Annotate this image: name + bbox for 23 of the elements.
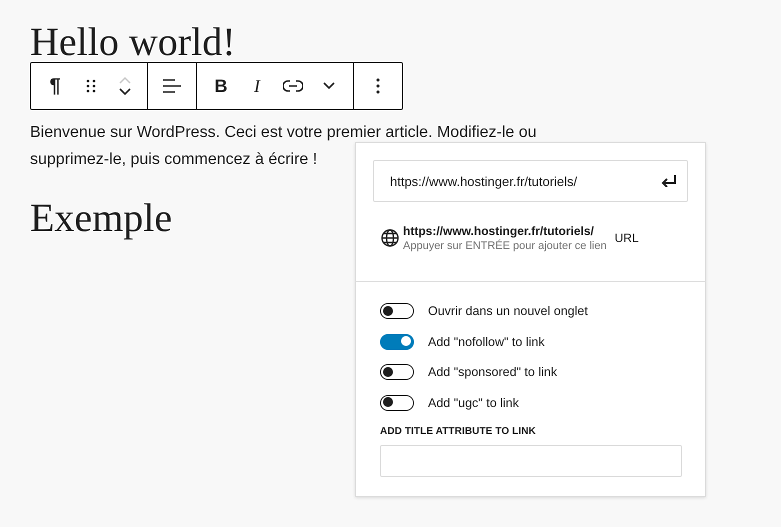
italic-button[interactable]: I <box>239 63 275 109</box>
enter-icon[interactable] <box>661 175 677 187</box>
paragraph-button[interactable]: ¶ <box>37 63 73 109</box>
move-down-button[interactable] <box>118 86 132 98</box>
toggle-switch[interactable] <box>380 394 414 411</box>
toggle-label: Add "sponsored" to link <box>428 365 558 380</box>
toggle-switch[interactable] <box>380 303 414 320</box>
suggestion-type: URL <box>614 231 639 245</box>
toggle-label: Ouvrir dans un nouvel onglet <box>428 304 588 318</box>
toggle-label: Add "ugc" to link <box>428 396 519 410</box>
toggle-label: Add "nofollow" to link <box>428 334 545 349</box>
post-title: Hello world! <box>30 18 236 60</box>
suggestion-url: https://www.hostinger.fr/tutoriels/ <box>403 224 595 238</box>
globe-icon <box>381 229 399 247</box>
heading: Exemple <box>30 194 172 242</box>
link-suggestion[interactable]: https://www.hostinger.fr/tutoriels/ Appuyer sur ENTRÉE pour ajouter ce lien URL <box>373 224 688 252</box>
url-field[interactable]: https://www.hostinger.fr/tutoriels/ <box>373 160 688 202</box>
field-label: ADD TITLE ATTRIBUTE TO LINK <box>380 426 537 437</box>
toggle-switch[interactable] <box>380 364 414 380</box>
toggle-switch[interactable] <box>380 334 414 350</box>
suggestion-hint: Appuyer sur ENTRÉE pour ajouter ce lien <box>403 240 607 252</box>
title-input-field[interactable] <box>380 445 682 477</box>
bold-button[interactable]: B <box>203 63 239 109</box>
